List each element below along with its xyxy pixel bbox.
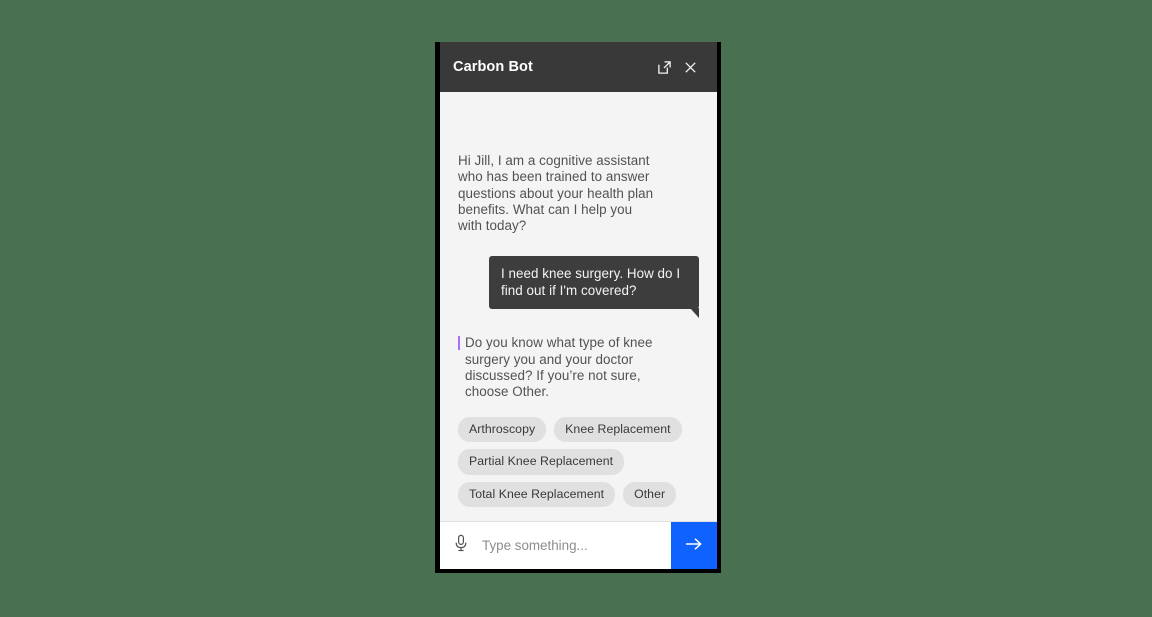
chat-title: Carbon Bot bbox=[453, 59, 533, 75]
chat-header: Carbon Bot bbox=[440, 42, 717, 92]
chip-other[interactable]: Other bbox=[623, 481, 677, 507]
message-text: I need knee surgery. How do I find out i… bbox=[489, 256, 699, 319]
chip-knee-replacement[interactable]: Knee Replacement bbox=[554, 417, 682, 443]
microphone-icon bbox=[453, 534, 469, 557]
arrow-right-icon bbox=[684, 536, 704, 555]
chip-total-knee-replacement[interactable]: Total Knee Replacement bbox=[458, 481, 616, 507]
suggestion-chip-list: Arthroscopy Knee Replacement Partial Kne… bbox=[440, 417, 717, 507]
close-button[interactable] bbox=[677, 54, 703, 80]
chip-partial-knee-replacement[interactable]: Partial Knee Replacement bbox=[458, 449, 625, 475]
expand-button[interactable] bbox=[651, 54, 677, 80]
message-text: Hi Jill, I am a cognitive assistant who … bbox=[458, 153, 654, 234]
message-user: I need knee surgery. How do I find out i… bbox=[440, 256, 717, 319]
message-input-bar bbox=[440, 521, 717, 569]
message-input[interactable] bbox=[482, 522, 671, 569]
chat-message-list: Hi Jill, I am a cognitive assistant who … bbox=[440, 92, 717, 521]
message-bot-greeting: Hi Jill, I am a cognitive assistant who … bbox=[440, 153, 717, 234]
message-text-wrapper: Do you know what type of knee surgery yo… bbox=[458, 335, 661, 400]
message-bot-question: Do you know what type of knee surgery yo… bbox=[440, 335, 717, 400]
close-icon bbox=[683, 60, 698, 75]
send-button[interactable] bbox=[671, 522, 717, 569]
expand-icon bbox=[657, 60, 672, 75]
chip-arthroscopy[interactable]: Arthroscopy bbox=[458, 417, 547, 443]
microphone-button[interactable] bbox=[440, 522, 482, 569]
message-text: Do you know what type of knee surgery yo… bbox=[465, 335, 653, 399]
message-accent-bar bbox=[458, 336, 460, 351]
chat-widget: Carbon Bot Hi Jill, I am a cognitive ass… bbox=[440, 42, 717, 569]
